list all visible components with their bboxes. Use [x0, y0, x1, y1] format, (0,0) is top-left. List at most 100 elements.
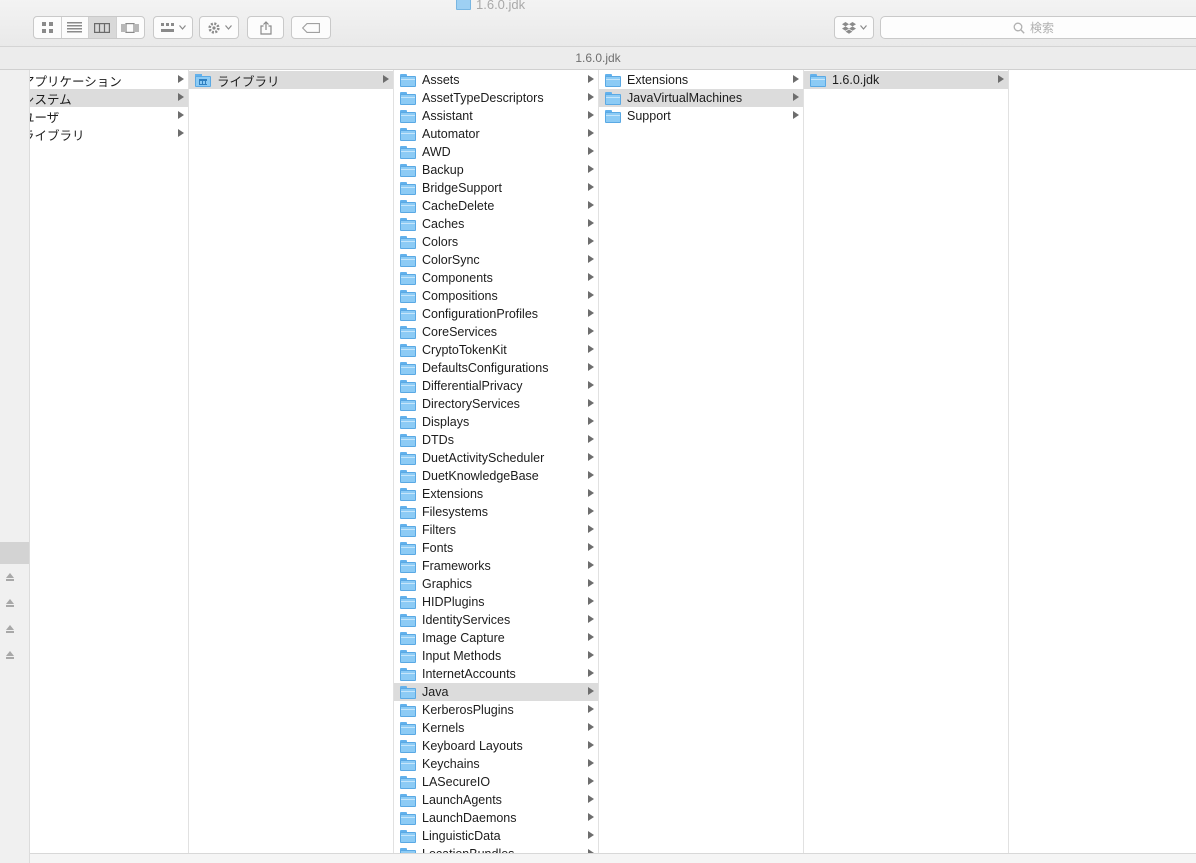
column-3-item[interactable]: Automator: [394, 125, 598, 143]
column-5-item[interactable]: 1.6.0.jdk: [804, 71, 1008, 89]
folder-icon: [400, 595, 416, 609]
column-3-item[interactable]: InternetAccounts: [394, 665, 598, 683]
column-3-item[interactable]: Keychains: [394, 755, 598, 773]
icon-view-button[interactable]: [34, 17, 62, 38]
folder-icon: [400, 685, 416, 699]
folder-icon: [400, 397, 416, 411]
column-3-item[interactable]: HIDPlugins: [394, 593, 598, 611]
column-3-item[interactable]: Assets: [394, 71, 598, 89]
column-view-button[interactable]: [89, 17, 117, 38]
eject-icon[interactable]: [5, 573, 15, 584]
coverflow-view-button[interactable]: [117, 17, 144, 38]
disclosure-arrow-icon: [588, 633, 594, 641]
column-3-item[interactable]: KerberosPlugins: [394, 701, 598, 719]
column-3-item[interactable]: DuetKnowledgeBase: [394, 467, 598, 485]
arrange-button[interactable]: [153, 16, 193, 39]
column-3-item[interactable]: DTDs: [394, 431, 598, 449]
item-label: JavaVirtualMachines: [627, 91, 743, 105]
column-2-item[interactable]: ライブラリ: [189, 71, 393, 89]
chevron-down-icon: [224, 25, 232, 30]
column-4-item[interactable]: JavaVirtualMachines: [599, 89, 803, 107]
disclosure-arrow-icon: [588, 399, 594, 407]
column-3-item[interactable]: Keyboard Layouts: [394, 737, 598, 755]
column-3-item[interactable]: BridgeSupport: [394, 179, 598, 197]
column-3-item[interactable]: Filesystems: [394, 503, 598, 521]
column-3-item[interactable]: Components: [394, 269, 598, 287]
column-4-item[interactable]: Extensions: [599, 71, 803, 89]
column-1-item[interactable]: システム: [30, 89, 188, 107]
column-1-item[interactable]: ユーザ: [30, 107, 188, 125]
column-3-item[interactable]: LaunchAgents: [394, 791, 598, 809]
disclosure-arrow-icon: [588, 705, 594, 713]
column-3-item[interactable]: DefaultsConfigurations: [394, 359, 598, 377]
column-3-item[interactable]: AWD: [394, 143, 598, 161]
column-3-item[interactable]: Input Methods: [394, 647, 598, 665]
folder-icon: [400, 577, 416, 591]
disclosure-arrow-icon: [588, 291, 594, 299]
share-button[interactable]: [247, 16, 284, 39]
folder-icon: [400, 415, 416, 429]
column-3-item[interactable]: Graphics: [394, 575, 598, 593]
folder-icon: [400, 487, 416, 501]
column-3-item[interactable]: LocationBundles: [394, 845, 598, 853]
item-label: Image Capture: [422, 631, 505, 645]
disclosure-arrow-icon: [588, 759, 594, 767]
list-view-button[interactable]: [62, 17, 89, 38]
action-button[interactable]: [199, 16, 239, 39]
item-label: CryptoTokenKit: [422, 343, 507, 357]
column-1-item[interactable]: ライブラリ: [30, 125, 188, 143]
column-3-item[interactable]: DuetActivityScheduler: [394, 449, 598, 467]
dropbox-button[interactable]: [834, 16, 874, 39]
eject-icon[interactable]: [5, 651, 15, 662]
search-field[interactable]: 検索: [880, 16, 1196, 39]
column-4-item[interactable]: Support: [599, 107, 803, 125]
column-3-item[interactable]: DirectoryServices: [394, 395, 598, 413]
browser-column-1: アプリケーションシステムユーザライブラリ: [30, 70, 189, 853]
folder-icon: [400, 667, 416, 681]
sidebar-selected-item[interactable]: [0, 542, 29, 564]
folder-icon: [400, 559, 416, 573]
column-3-item[interactable]: Assistant: [394, 107, 598, 125]
column-3-item[interactable]: AssetTypeDescriptors: [394, 89, 598, 107]
column-3-item[interactable]: Frameworks: [394, 557, 598, 575]
toolbar: 1.6.0.jdk 検索: [0, 0, 1196, 47]
column-3-item[interactable]: ConfigurationProfiles: [394, 305, 598, 323]
folder-icon: [605, 109, 621, 123]
column-3-item[interactable]: Backup: [394, 161, 598, 179]
window-title-text: 1.6.0.jdk: [476, 0, 526, 12]
disclosure-arrow-icon: [588, 147, 594, 155]
column-3-item[interactable]: LaunchDaemons: [394, 809, 598, 827]
eject-icon[interactable]: [5, 599, 15, 610]
column-3-item[interactable]: CryptoTokenKit: [394, 341, 598, 359]
column-3-item[interactable]: Extensions: [394, 485, 598, 503]
column-3-item[interactable]: Kernels: [394, 719, 598, 737]
column-3-item[interactable]: CacheDelete: [394, 197, 598, 215]
column-3-item[interactable]: ColorSync: [394, 251, 598, 269]
column-3-item[interactable]: DifferentialPrivacy: [394, 377, 598, 395]
disclosure-arrow-icon: [588, 273, 594, 281]
item-label: DirectoryServices: [422, 397, 520, 411]
item-label: Backup: [422, 163, 464, 177]
eject-icon[interactable]: [5, 625, 15, 636]
column-3-item[interactable]: LinguisticData: [394, 827, 598, 845]
column-3-item[interactable]: Caches: [394, 215, 598, 233]
column-3-item[interactable]: IdentityServices: [394, 611, 598, 629]
column-3-item[interactable]: Java: [394, 683, 598, 701]
column-3-item[interactable]: Fonts: [394, 539, 598, 557]
folder-icon: [400, 271, 416, 285]
column-3-item[interactable]: Colors: [394, 233, 598, 251]
column-3-item[interactable]: Filters: [394, 521, 598, 539]
column-3-item[interactable]: Displays: [394, 413, 598, 431]
disclosure-arrow-icon: [588, 219, 594, 227]
tags-button[interactable]: [291, 16, 331, 39]
disclosure-arrow-icon: [588, 651, 594, 659]
column-3-item[interactable]: LASecureIO: [394, 773, 598, 791]
disclosure-arrow-icon: [178, 75, 184, 83]
disclosure-arrow-icon: [588, 489, 594, 497]
item-label: ライブラリ: [217, 74, 280, 89]
column-1-item[interactable]: アプリケーション: [30, 71, 188, 89]
column-3-item[interactable]: Compositions: [394, 287, 598, 305]
column-3-item[interactable]: Image Capture: [394, 629, 598, 647]
folder-icon: [400, 829, 416, 843]
column-3-item[interactable]: CoreServices: [394, 323, 598, 341]
